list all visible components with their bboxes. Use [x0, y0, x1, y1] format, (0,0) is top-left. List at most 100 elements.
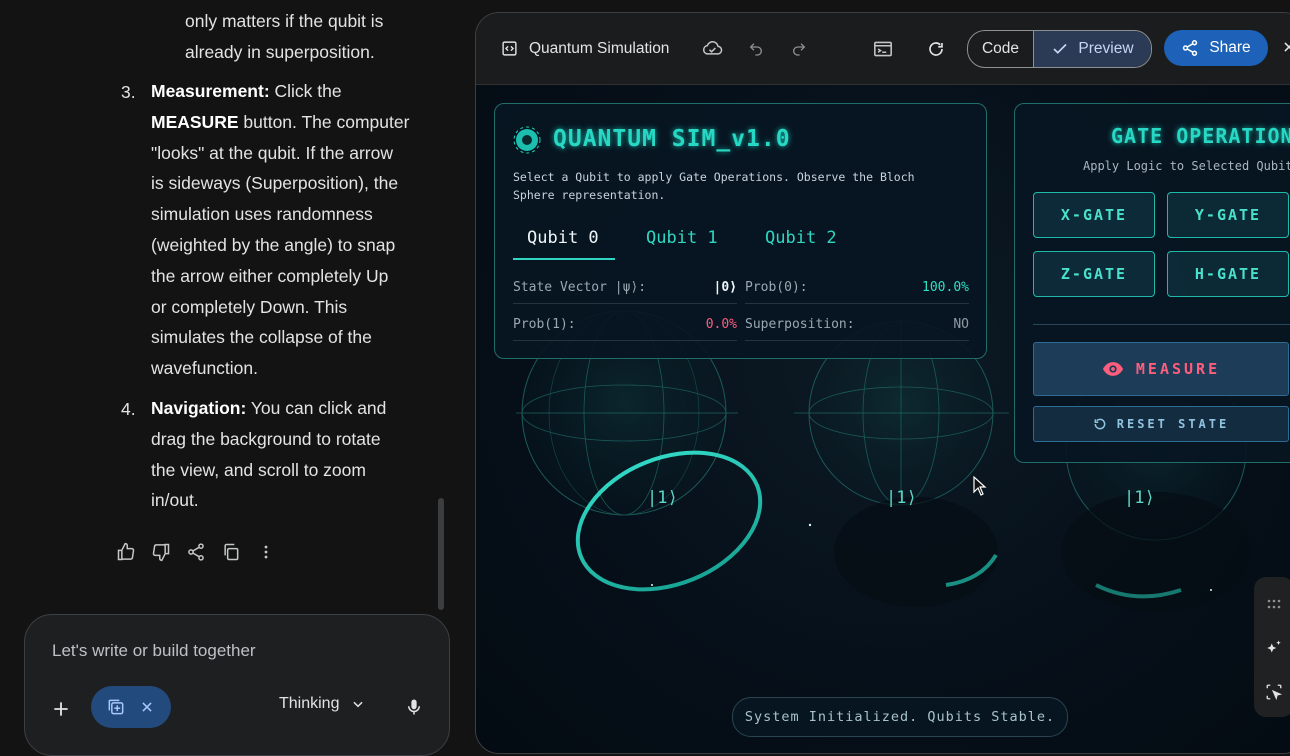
- thumbs-up-icon[interactable]: [108, 538, 143, 566]
- mode-selector[interactable]: Thinking: [279, 695, 365, 713]
- ket-label: |1⟩: [886, 488, 917, 508]
- preview-title: Quantum Simulation: [529, 40, 670, 57]
- code-tab-button[interactable]: Code: [968, 31, 1034, 67]
- prob1-label: Prob(1):: [513, 317, 576, 332]
- reset-state-button[interactable]: RESET STATE: [1033, 406, 1289, 442]
- list-number: 3.: [121, 82, 136, 102]
- eye-icon: [1102, 361, 1124, 377]
- preview-tab-label: Preview: [1078, 40, 1134, 57]
- sparkle-edit-icon[interactable]: [1265, 639, 1283, 662]
- ket-label: |1⟩: [1124, 488, 1155, 508]
- state-vector-label: State Vector |ψ⟩:: [513, 280, 647, 295]
- list-number: 4.: [121, 399, 136, 419]
- copy-icon[interactable]: [213, 538, 248, 566]
- chevron-down-icon: [351, 697, 365, 711]
- gates-subtitle: Apply Logic to Selected Qubit: [1083, 159, 1290, 173]
- chat-text-line: or completely Down. This: [151, 292, 347, 323]
- drag-handle-icon[interactable]: [1266, 597, 1282, 615]
- bold-term: Navigation:: [151, 398, 247, 418]
- line-text: You can click and: [246, 398, 387, 418]
- chat-text-line: Measurement: Click the: [151, 76, 342, 107]
- share-button[interactable]: Share: [1164, 30, 1268, 66]
- canvas-tool-chip[interactable]: [91, 686, 171, 728]
- quantum-canvas[interactable]: |1⟩ |1⟩ |1⟩ QUANTUM SIM_v1.0 Select a Qu…: [476, 85, 1290, 753]
- tab-qubit-1[interactable]: Qubit 1: [646, 228, 718, 248]
- line-text: button. The computer: [238, 111, 410, 132]
- mode-label: Thinking: [279, 695, 340, 712]
- add-icon[interactable]: [51, 699, 71, 719]
- divider: [513, 340, 737, 341]
- line-text: "looks" at the qubit. If the arrow: [151, 142, 393, 163]
- reset-icon: [1093, 417, 1107, 431]
- prompt-composer[interactable]: Let's write or build together Thinking: [24, 614, 450, 756]
- measure-button[interactable]: MEASURE: [1033, 342, 1289, 396]
- bold-term: Measurement:: [151, 81, 270, 101]
- h-gate-button[interactable]: H-GATE: [1167, 251, 1289, 297]
- close-icon[interactable]: [1282, 40, 1290, 54]
- active-tab-indicator: [513, 258, 615, 260]
- chat-text-line: the arrow either completely Up: [151, 261, 388, 292]
- chat-text-line: (weighted by the angle) to snap: [151, 230, 395, 261]
- share-icon[interactable]: [178, 538, 213, 566]
- tab-qubit-0[interactable]: Qubit 0: [527, 228, 599, 248]
- measure-label: MEASURE: [1135, 360, 1221, 378]
- preview-window: Quantum Simulation Code Preview Share |1…: [475, 12, 1290, 754]
- y-gate-button[interactable]: Y-GATE: [1167, 192, 1289, 238]
- x-gate-button[interactable]: X-GATE: [1033, 192, 1155, 238]
- more-vert-icon[interactable]: [248, 538, 283, 566]
- thumbs-down-icon[interactable]: [143, 538, 178, 566]
- sim-description: Select a Qubit to apply Gate Operations.…: [513, 170, 915, 202]
- divider: [513, 303, 737, 304]
- chat-text-line: only matters if the qubit is: [185, 11, 384, 31]
- line-text: Click the: [269, 81, 342, 101]
- line-text: simulates the collapse of the: [151, 327, 372, 348]
- tab-qubit-2[interactable]: Qubit 2: [765, 228, 837, 248]
- prob0-label: Prob(0):: [745, 280, 808, 295]
- ket-label: |1⟩: [647, 488, 678, 508]
- chat-text-line: simulation uses randomness: [151, 199, 373, 230]
- chat-text-line: the view, and scroll to zoom: [151, 455, 366, 486]
- console-icon[interactable]: [873, 40, 893, 58]
- share-label: Share: [1209, 39, 1251, 56]
- preview-tab-button[interactable]: Preview: [1034, 31, 1151, 67]
- bloch-sphere-1: [794, 320, 1009, 607]
- select-element-icon[interactable]: [1265, 683, 1283, 706]
- preview-toolbar: Quantum Simulation Code Preview Share: [476, 13, 1290, 85]
- line-text: in/out.: [151, 490, 199, 511]
- floating-toolbar: [1254, 577, 1290, 717]
- chat-text-line: in/out.: [151, 485, 199, 516]
- gate-operations-panel: GATE OPERATIONS Apply Logic to Selected …: [1014, 103, 1290, 463]
- chat-text-line: "looks" at the qubit. If the arrow: [151, 138, 393, 169]
- chat-text-line: wavefunction.: [151, 353, 258, 384]
- line-text: (weighted by the angle) to snap: [151, 235, 396, 255]
- line-text: wavefunction.: [151, 358, 259, 379]
- canvas-icon: [106, 697, 126, 717]
- superposition-value: NO: [953, 317, 969, 332]
- status-bar: System Initialized. Qubits Stable.: [732, 697, 1068, 737]
- z-gate-button[interactable]: Z-GATE: [1033, 251, 1155, 297]
- prompt-input[interactable]: Let's write or build together: [52, 641, 256, 661]
- chat-panel: only matters if the qubit is already in …: [0, 0, 470, 756]
- response-actions: [108, 538, 283, 566]
- microphone-icon[interactable]: [405, 697, 423, 722]
- chat-text-line: already in superposition.: [185, 42, 375, 62]
- divider: [745, 340, 969, 341]
- mouse-cursor-icon: [973, 475, 987, 501]
- close-icon[interactable]: [140, 700, 154, 714]
- line-text: the view, and scroll to zoom: [151, 459, 366, 480]
- chat-text-line: simulates the collapse of the: [151, 322, 372, 353]
- line-text: simulation uses randomness: [151, 204, 373, 225]
- atom-icon: [513, 126, 541, 158]
- state-vector-value: |0⟩: [713, 280, 737, 295]
- divider: [745, 303, 969, 304]
- line-text: drag the background to rotate: [151, 428, 381, 449]
- redo-icon[interactable]: [791, 41, 807, 57]
- undo-icon[interactable]: [748, 41, 764, 57]
- chat-text-line: is sideways (Superposition), the: [151, 168, 398, 199]
- reset-label: RESET STATE: [1116, 417, 1230, 431]
- share-icon: [1181, 39, 1199, 57]
- cloud-icon[interactable]: [701, 39, 723, 57]
- prob0-value: 100.0%: [922, 280, 969, 295]
- chat-scrollbar[interactable]: [438, 498, 444, 610]
- refresh-icon[interactable]: [927, 40, 945, 58]
